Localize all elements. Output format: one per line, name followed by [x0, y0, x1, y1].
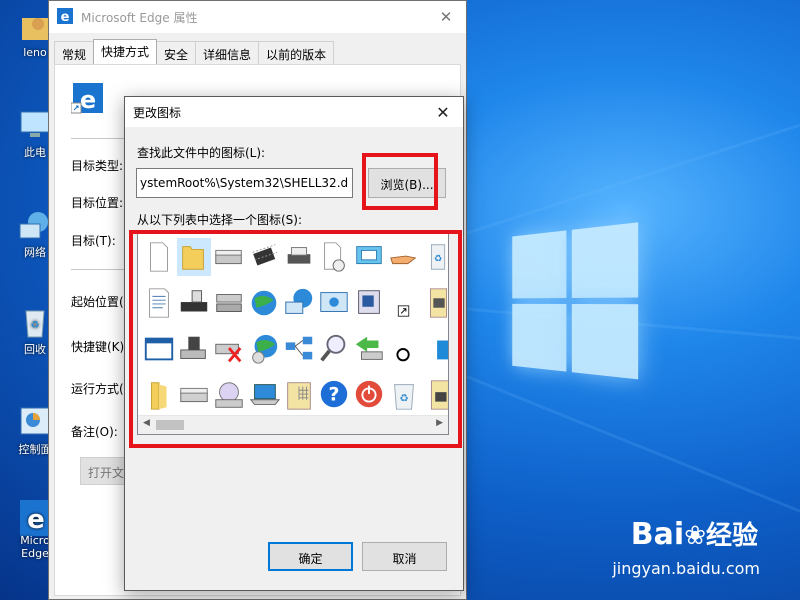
network-nodes-icon[interactable] — [282, 330, 316, 368]
computer-icon — [18, 108, 52, 142]
folder-icon[interactable] — [177, 238, 211, 276]
clock-overlay-icon[interactable] — [387, 330, 421, 368]
cancel-button[interactable]: 取消 — [362, 542, 447, 571]
network-drive-icon[interactable] — [177, 284, 211, 322]
floppy-drive-icon[interactable] — [177, 330, 211, 368]
windows-logo-icon — [512, 222, 640, 383]
magnifier-icon[interactable] — [317, 330, 351, 368]
svg-text:e: e — [61, 10, 70, 24]
icon-file-path-input[interactable] — [136, 168, 353, 198]
hand-share-icon[interactable] — [387, 238, 421, 276]
baidu-watermark-logo: Bai❀经验 — [631, 515, 758, 552]
text-document-icon[interactable] — [142, 284, 176, 322]
close-icon[interactable]: ✕ — [423, 103, 463, 122]
close-icon[interactable]: ✕ — [426, 8, 466, 26]
control-panel-icon — [18, 405, 52, 439]
window-icon[interactable] — [142, 330, 176, 368]
ok-button[interactable]: 确定 — [268, 542, 353, 571]
properties-title-bar[interactable]: e Microsoft Edge 属性 ✕ — [49, 1, 466, 33]
desktop-settings-icon[interactable] — [317, 284, 351, 322]
desktop-icon-label: 控制面 — [18, 443, 52, 456]
tab-shortcut[interactable]: 快捷方式 — [93, 39, 158, 65]
edge-icon: e — [18, 498, 52, 536]
arrow-computer-icon[interactable] — [352, 330, 386, 368]
recycle-bin-icon[interactable]: ♻ — [387, 376, 421, 414]
drive-icon[interactable] — [212, 238, 246, 276]
blank-page-icon[interactable] — [142, 238, 176, 276]
server-drive-icon[interactable] — [212, 284, 246, 322]
shortcut-edge-icon: e — [70, 81, 105, 118]
start-in-label: 起始位置(S — [71, 295, 132, 309]
browse-button[interactable]: 浏览(B)... — [368, 168, 446, 198]
icon-list[interactable]: ♻? ♻ ◀ ▶ — [137, 233, 449, 435]
cd-drive-icon[interactable] — [212, 376, 246, 414]
monitor-window-icon[interactable] — [352, 238, 386, 276]
target-location-label: 目标位置: — [71, 196, 124, 210]
run-label: 运行方式(R — [71, 382, 133, 396]
dialog-title-bar[interactable]: 更改图标 ✕ — [125, 97, 463, 127]
network-globe-icon[interactable] — [282, 284, 316, 322]
desktop-icon-label: leno — [23, 46, 47, 59]
desktop-icon-label: Edge — [21, 547, 49, 560]
target-type-label: 目标类型: — [71, 159, 124, 173]
paw-icon: ❀ — [684, 521, 706, 551]
disk-drive-icon[interactable] — [177, 376, 211, 414]
divider — [71, 269, 131, 270]
target-label: 目标(T): — [71, 234, 116, 248]
laptop-icon[interactable] — [247, 376, 281, 414]
desktop-icon-label: 网络 — [24, 246, 46, 259]
display-settings-icon[interactable] — [352, 284, 386, 322]
scrollbar-thumb[interactable] — [156, 420, 184, 430]
settings-doc-icon[interactable] — [422, 376, 448, 414]
shortcut-key-label: 快捷键(K): — [71, 340, 129, 354]
change-icon-dialog: 更改图标 ✕ 查找此文件中的图标(L): 浏览(B)... 从以下列表中选择一个… — [124, 96, 464, 591]
settings-page-icon[interactable] — [422, 284, 448, 322]
user-folder-icon — [18, 10, 52, 44]
svg-text:♻: ♻ — [399, 393, 408, 405]
svg-text:♻: ♻ — [434, 254, 442, 265]
help-icon[interactable]: ? — [317, 376, 351, 414]
recycle-bin-icon: ♻ — [18, 305, 52, 339]
watermark-url: jingyan.baidu.com — [612, 559, 760, 578]
watermark-cn: 经验 — [705, 521, 758, 551]
desktop-icon-label: 回收 — [24, 343, 46, 356]
shortcut-overlay-icon[interactable] — [387, 284, 421, 322]
search-file-label: 查找此文件中的图标(L): — [137, 146, 266, 160]
horizontal-scrollbar[interactable]: ◀ ▶ — [138, 415, 448, 434]
clock-page-icon[interactable] — [317, 238, 351, 276]
svg-text:e: e — [80, 86, 96, 114]
blue-square-icon[interactable] — [422, 330, 448, 368]
watermark-brand: Bai — [630, 517, 685, 552]
printer-icon[interactable] — [282, 238, 316, 276]
edge-icon: e — [57, 7, 73, 27]
grid-document-icon[interactable] — [282, 376, 316, 414]
folder-tall-icon[interactable] — [142, 376, 176, 414]
scroll-right-icon[interactable]: ▶ — [436, 418, 443, 428]
globe-icon[interactable] — [247, 284, 281, 322]
network-icon — [18, 208, 52, 242]
dialog-title: 更改图标 — [133, 105, 182, 120]
desktop-icon-label: 此电 — [24, 146, 46, 159]
icon-list-label: 从以下列表中选择一个图标(S): — [137, 213, 303, 227]
comment-label: 备注(O): — [71, 425, 118, 439]
power-icon[interactable] — [352, 376, 386, 414]
chip-icon[interactable] — [247, 238, 281, 276]
scroll-left-icon[interactable]: ◀ — [143, 418, 150, 428]
svg-text:e: e — [27, 505, 45, 535]
svg-text:♻: ♻ — [31, 320, 40, 331]
disconnected-drive-icon[interactable] — [212, 330, 246, 368]
svg-text:?: ? — [329, 384, 340, 406]
window-title: Microsoft Edge 属性 — [81, 10, 198, 25]
globe-cd-icon[interactable] — [247, 330, 281, 368]
desktop-icon-label: Micro — [20, 534, 50, 547]
recycle-page-icon[interactable]: ♻ — [422, 238, 448, 276]
divider — [71, 138, 131, 139]
